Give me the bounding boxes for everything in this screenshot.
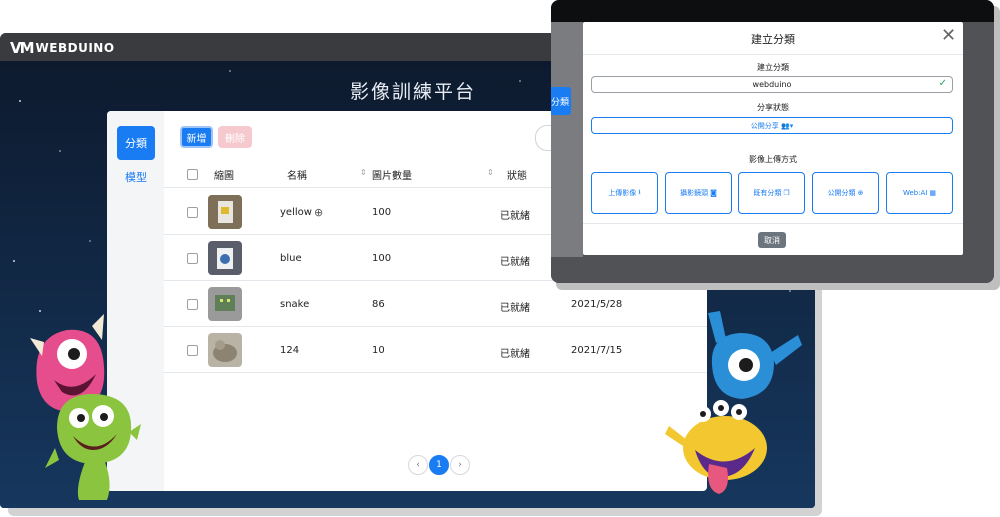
upload-images-button[interactable]: 上傳影像 ⭳ (591, 172, 658, 214)
row-status: 已就緒 (500, 211, 530, 222)
modal-backdrop-strip: 分類 (551, 22, 583, 257)
column-header-thumbnail: 縮圖 (214, 171, 234, 182)
upload-images-label: 上傳影像 (608, 189, 637, 197)
webai-button[interactable]: Web:AI ▦ (886, 172, 953, 214)
row-checkbox[interactable] (187, 207, 198, 218)
globe-icon: ⊕ (314, 206, 324, 219)
row-status: 已就緒 (500, 303, 530, 314)
grid-icon: ▦ (929, 189, 937, 197)
brand-name: WEBDUINO (35, 41, 115, 55)
dialog-footer-divider (583, 223, 963, 224)
webduino-logo-mark-icon: VM (10, 39, 35, 57)
column-header-name[interactable]: 名稱 (287, 167, 307, 182)
column-header-status: 狀態 (507, 171, 527, 182)
create-category-dialog: 建立分類 ✕ 建立分類 webduino ✓ 分享狀態 公開分享 👥▾ 影像上傳… (583, 22, 963, 255)
camera-button[interactable]: 攝影鏡頭 ◙ (665, 172, 732, 214)
row-checkbox[interactable] (187, 299, 198, 310)
close-icon[interactable]: ✕ (941, 26, 956, 46)
public-category-button[interactable]: 公開分類 ⊕ (812, 172, 879, 214)
category-name-field[interactable]: webduino ✓ (591, 76, 953, 93)
share-status-label: 分享狀態 (757, 103, 789, 112)
column-header-count[interactable]: 圖片數量 (372, 167, 412, 182)
category-name-value: webduino (752, 80, 792, 89)
upload-icon: ⭳ (638, 187, 641, 196)
row-checkbox[interactable] (187, 345, 198, 356)
webai-label: Web:AI (902, 189, 928, 197)
row-count: 100 (372, 207, 392, 218)
modal-window: 分類 建立分類 ✕ 建立分類 webduino ✓ 分享狀態 公開分享 👥▾ 影… (551, 0, 994, 283)
row-name: blue (280, 253, 302, 264)
thumbnail-image (208, 287, 242, 321)
modal-backdrop-bottom (551, 257, 994, 283)
green-monster-illustration (45, 393, 141, 500)
row-count: 86 (372, 299, 385, 310)
modal-window-titlebar (551, 0, 994, 22)
check-icon: ✓ (938, 78, 947, 89)
upload-method-label: 影像上傳方式 (749, 155, 797, 164)
row-status: 已就緒 (500, 257, 530, 268)
table-row-divider (164, 326, 707, 327)
thumbnail-image (208, 195, 242, 229)
table-row-divider (164, 372, 707, 373)
thumbnail-image (208, 333, 242, 367)
camera-label: 攝影鏡頭 (680, 189, 709, 197)
copy-icon: ❐ (783, 189, 790, 197)
row-name: yellow (280, 207, 312, 218)
yellow-monster-illustration (665, 400, 767, 494)
existing-category-label: 既有分類 (753, 189, 782, 197)
globe-icon: ⊕ (857, 189, 864, 197)
background-category-tab: 分類 (551, 87, 571, 115)
sort-icon[interactable]: ⇕ (487, 168, 494, 177)
row-count: 10 (372, 345, 385, 356)
row-count: 100 (372, 253, 392, 264)
share-status-select[interactable]: 公開分享 👥▾ (591, 117, 953, 134)
row-name: 124 (280, 345, 300, 356)
sidebar-item-model[interactable]: 模型 (117, 169, 155, 185)
cancel-button[interactable]: 取消 (758, 232, 786, 248)
dialog-header: 建立分類 ✕ (583, 22, 963, 55)
pagination-next-button[interactable]: › (450, 455, 470, 475)
public-category-label: 公開分類 (827, 189, 856, 197)
pagination-page-button[interactable]: 1 (429, 455, 449, 475)
sort-icon[interactable]: ⇕ (360, 168, 367, 177)
webduino-logo: VM WEBDUINO (10, 39, 115, 57)
thumbnail-image (208, 241, 242, 275)
share-status-value: 公開分享 👥▾ (592, 121, 952, 131)
camera-icon: ◙ (710, 189, 717, 197)
dialog-title: 建立分類 (751, 33, 795, 46)
share-status-text: 公開分享 (750, 122, 779, 130)
add-button[interactable]: 新增 (180, 126, 213, 148)
pagination-prev-button[interactable]: ‹ (408, 455, 428, 475)
row-checkbox[interactable] (187, 253, 198, 264)
sidebar-item-category[interactable]: 分類 (117, 126, 155, 160)
row-status: 已就緒 (500, 349, 530, 360)
existing-category-button[interactable]: 既有分類 ❐ (738, 172, 805, 214)
delete-button[interactable]: 刪除 (218, 126, 252, 148)
select-all-checkbox[interactable] (187, 169, 198, 180)
page-title: 影像訓練平台 (350, 81, 477, 103)
category-name-label: 建立分類 (757, 63, 789, 72)
row-date: 2021/7/15 (571, 345, 623, 356)
row-date: 2021/5/28 (571, 299, 623, 310)
row-name: snake (280, 299, 310, 310)
users-icon: 👥▾ (781, 122, 794, 130)
